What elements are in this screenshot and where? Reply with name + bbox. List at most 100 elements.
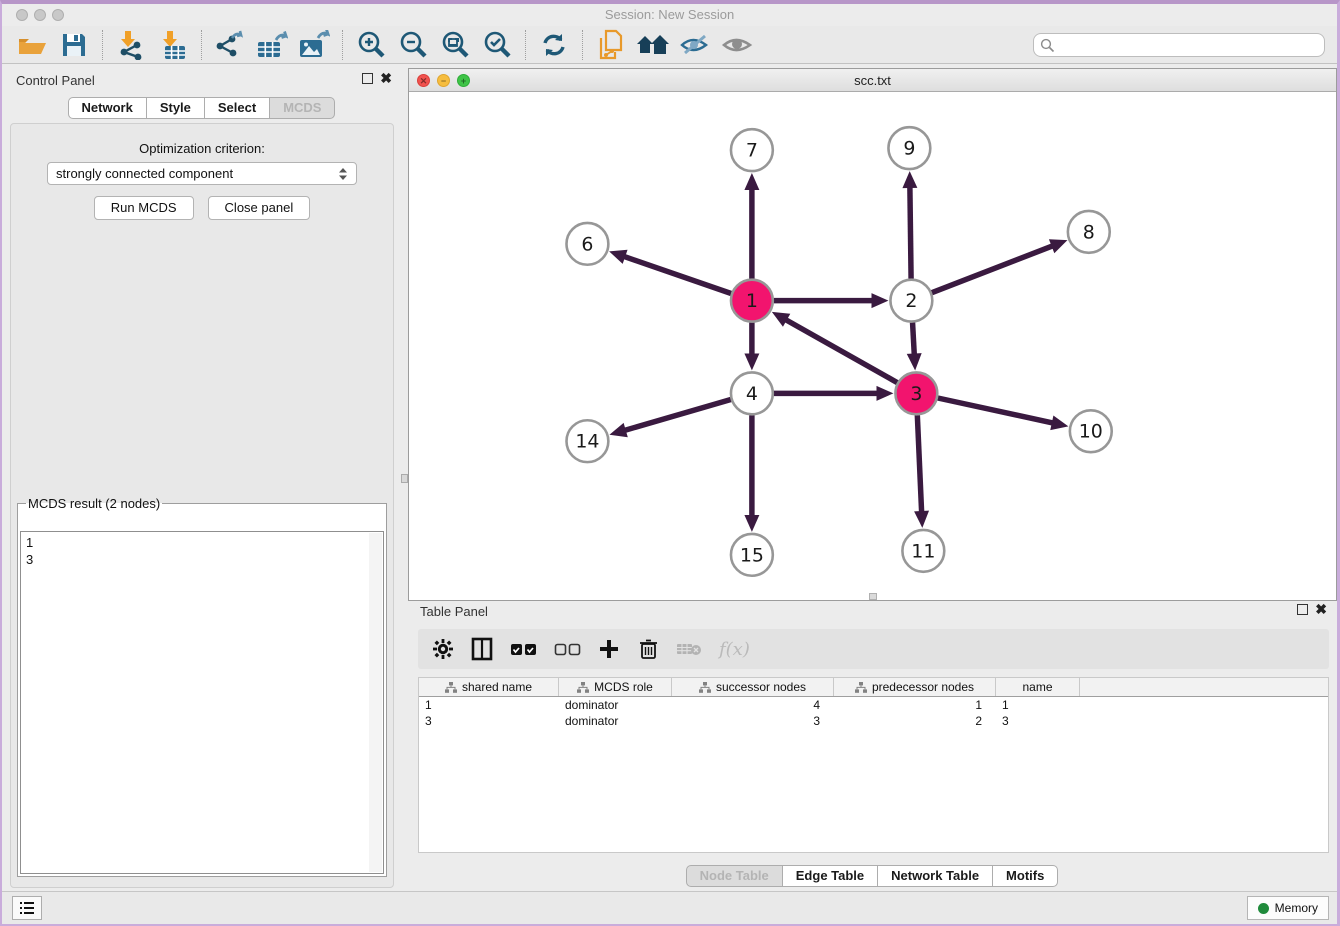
table-header-row: shared nameMCDS rolesuccessor nodes prede… xyxy=(419,678,1328,697)
cell-predecessor-nodes[interactable]: 1 xyxy=(834,697,996,713)
edge-3-10[interactable] xyxy=(938,398,1054,423)
splitter-grip[interactable] xyxy=(401,474,408,483)
open-session-button[interactable] xyxy=(14,29,50,61)
network-resize-grip[interactable] xyxy=(869,593,877,600)
result-item[interactable]: 1 xyxy=(26,534,383,551)
copy-network-button[interactable] xyxy=(593,29,629,61)
edge-arrowhead xyxy=(907,353,922,370)
tab-network[interactable]: Network xyxy=(68,97,147,119)
zoom-selected-button[interactable] xyxy=(479,29,515,61)
edge-3-11[interactable] xyxy=(917,415,921,513)
cell-successor-nodes[interactable]: 4 xyxy=(672,697,834,713)
column-header-name[interactable]: name xyxy=(996,678,1080,696)
tab-network-table[interactable]: Network Table xyxy=(877,865,993,887)
toolbar-separator xyxy=(342,30,343,60)
export-network-button[interactable] xyxy=(212,29,248,61)
tab-node-table[interactable]: Node Table xyxy=(686,865,783,887)
column-header-successor-nodes[interactable]: successor nodes xyxy=(672,678,834,696)
edge-arrowhead xyxy=(1049,239,1068,253)
close-table-panel-icon[interactable]: ✖ xyxy=(1315,604,1327,615)
cell-shared-name[interactable]: 1 xyxy=(419,697,559,713)
mcds-result-list[interactable]: 13 xyxy=(20,531,384,874)
edge-arrowhead xyxy=(609,250,627,264)
cell-MCDS-role[interactable]: dominator xyxy=(559,713,672,729)
float-table-panel-icon[interactable] xyxy=(1297,604,1308,615)
open-folder-icon xyxy=(17,32,47,58)
cell-name[interactable]: 3 xyxy=(996,713,1080,729)
tab-style[interactable]: Style xyxy=(146,97,205,119)
edge-arrowhead xyxy=(1050,415,1068,430)
table-options-button[interactable] xyxy=(432,637,454,661)
node-label-7: 7 xyxy=(746,140,758,162)
edge-2-3[interactable] xyxy=(913,323,915,356)
search-input[interactable] xyxy=(1033,33,1325,57)
delete-column-button[interactable] xyxy=(637,637,659,661)
task-history-button[interactable] xyxy=(12,896,42,920)
optimization-criterion-select[interactable]: strongly connected component xyxy=(47,162,357,185)
edge-4-14[interactable] xyxy=(624,399,731,430)
cell-shared-name[interactable]: 3 xyxy=(419,713,559,729)
deselect-all-rows-button[interactable] xyxy=(554,637,581,661)
edge-1-6[interactable] xyxy=(623,256,731,293)
show-graphics-details-button[interactable] xyxy=(719,29,755,61)
network-window-titlebar: ✕ − + scc.txt xyxy=(409,69,1336,92)
eye-icon xyxy=(721,33,753,57)
refresh-icon xyxy=(540,31,568,59)
save-session-button[interactable] xyxy=(56,29,92,61)
float-panel-icon[interactable] xyxy=(362,73,373,84)
column-header-MCDS-role[interactable]: MCDS role xyxy=(559,678,672,696)
cell-successor-nodes[interactable]: 3 xyxy=(672,713,834,729)
export-image-button[interactable] xyxy=(296,29,332,61)
unchecked-boxes-icon xyxy=(554,643,581,656)
zoom-fit-button[interactable] xyxy=(437,29,473,61)
edge-arrowhead xyxy=(876,386,893,401)
column-header-shared-name[interactable]: shared name xyxy=(419,678,559,696)
zoom-in-button[interactable] xyxy=(353,29,389,61)
cell-MCDS-role[interactable]: dominator xyxy=(559,697,672,713)
result-scrollbar[interactable] xyxy=(369,533,382,872)
column-header-predecessor-nodes[interactable]: predecessor nodes xyxy=(834,678,996,696)
network-canvas[interactable]: 7968124314101511 xyxy=(409,92,1336,600)
import-table-button[interactable] xyxy=(155,29,191,61)
task-list-icon xyxy=(19,901,35,915)
node-table[interactable]: shared nameMCDS rolesuccessor nodes prede… xyxy=(418,677,1329,853)
cell-name[interactable]: 1 xyxy=(996,697,1080,713)
close-panel-icon[interactable]: ✖ xyxy=(380,73,392,84)
export-network-icon xyxy=(215,30,245,60)
export-table-button[interactable] xyxy=(254,29,290,61)
mcds-result-title: MCDS result (2 nodes) xyxy=(26,496,162,511)
table-row[interactable]: 3dominator323 xyxy=(419,713,1328,729)
zoom-out-button[interactable] xyxy=(395,29,431,61)
network-graph-svg[interactable]: 7968124314101511 xyxy=(409,92,1336,600)
edge-3-1[interactable] xyxy=(785,319,897,382)
mcds-result-box: MCDS result (2 nodes) 13 xyxy=(17,496,387,877)
table-row[interactable]: 1dominator411 xyxy=(419,697,1328,713)
cell-predecessor-nodes[interactable]: 2 xyxy=(834,713,996,729)
hide-graphics-details-button[interactable] xyxy=(677,29,713,61)
tab-mcds[interactable]: MCDS xyxy=(269,97,335,119)
close-panel-button[interactable]: Close panel xyxy=(208,196,311,220)
refresh-view-button[interactable] xyxy=(536,29,572,61)
tab-edge-table[interactable]: Edge Table xyxy=(782,865,878,887)
result-item[interactable]: 3 xyxy=(26,551,383,568)
memory-button[interactable]: Memory xyxy=(1247,896,1329,920)
home-layout-button[interactable] xyxy=(635,29,671,61)
add-column-button[interactable] xyxy=(598,637,620,661)
select-all-rows-button[interactable] xyxy=(510,637,537,661)
import-network-button[interactable] xyxy=(113,29,149,61)
node-label-3: 3 xyxy=(910,383,922,405)
tab-motifs[interactable]: Motifs xyxy=(992,865,1058,887)
trash-icon xyxy=(639,638,658,660)
column-type-icon xyxy=(445,682,457,693)
column-visibility-button[interactable] xyxy=(471,637,493,661)
table-panel: Table Panel ✖ xyxy=(408,601,1337,891)
node-label-15: 15 xyxy=(740,544,764,566)
tab-select[interactable]: Select xyxy=(204,97,270,119)
column-type-icon xyxy=(855,682,867,693)
edge-2-9[interactable] xyxy=(910,186,911,279)
column-label: predecessor nodes xyxy=(872,680,974,694)
run-mcds-button[interactable]: Run MCDS xyxy=(94,196,194,220)
edge-2-8[interactable] xyxy=(932,246,1054,293)
delete-table-button[interactable] xyxy=(676,637,702,661)
apply-function-button[interactable]: f(x) xyxy=(719,637,750,661)
